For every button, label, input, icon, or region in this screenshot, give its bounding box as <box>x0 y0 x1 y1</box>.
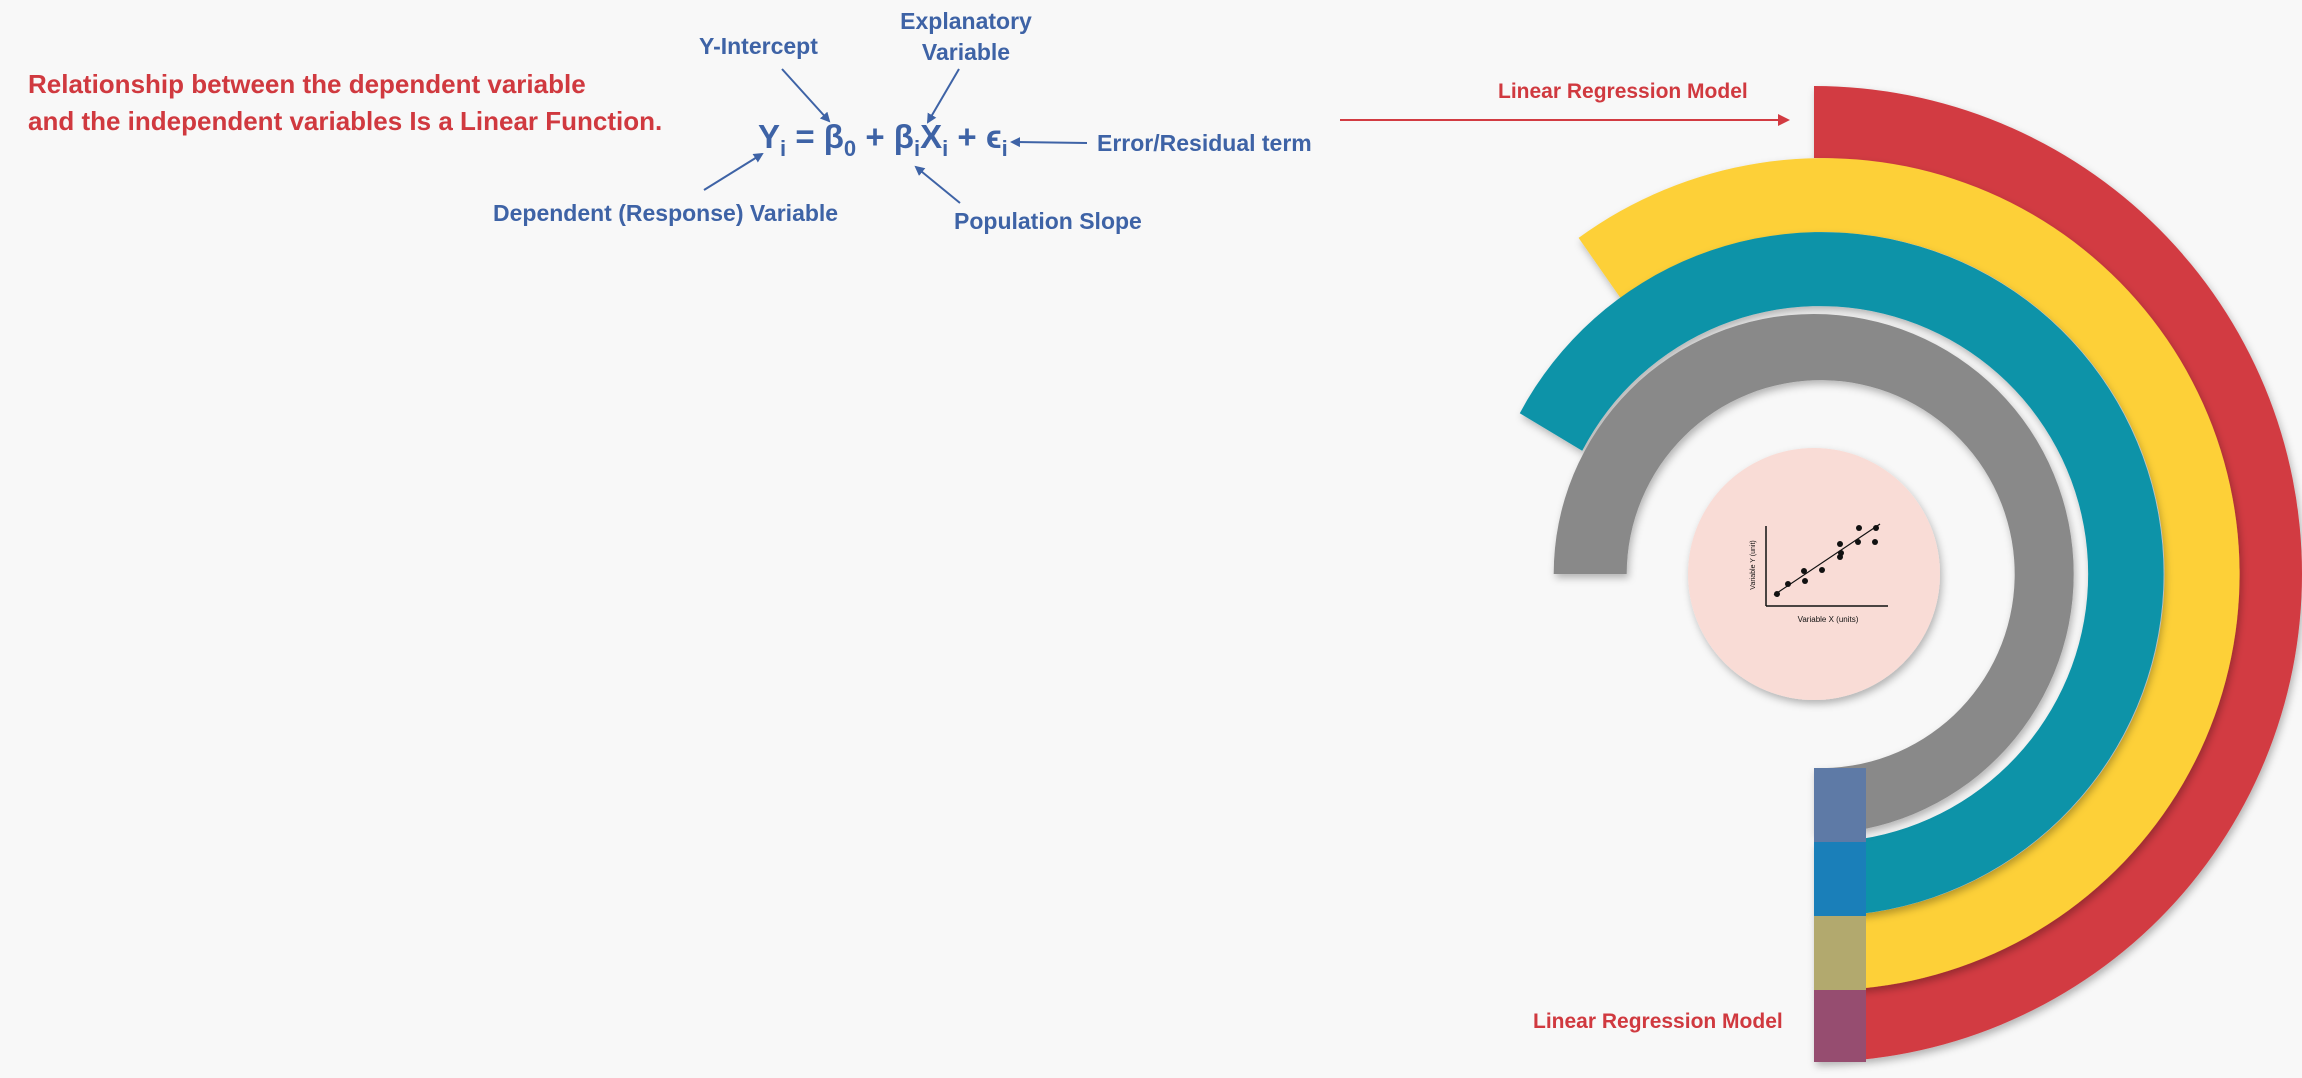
arrow-slope <box>914 165 961 204</box>
stub-red <box>1814 990 1866 1062</box>
scatter-x-label: Variable X (units) <box>1798 615 1859 624</box>
stub-gray <box>1814 768 1866 842</box>
diagram-graphics: Variable X (units) Variable Y (unit) <box>703 68 2302 1062</box>
center-circle <box>1688 448 1940 700</box>
arrow-error-term <box>1010 137 1088 148</box>
arrow-dependent <box>703 152 764 191</box>
arrow-explanatory <box>926 68 960 124</box>
scatter-y-label: Variable Y (unit) <box>1750 540 1757 589</box>
stub-yellow <box>1814 916 1866 990</box>
stub-teal <box>1814 842 1866 916</box>
arrow-y-intercept <box>781 68 831 123</box>
